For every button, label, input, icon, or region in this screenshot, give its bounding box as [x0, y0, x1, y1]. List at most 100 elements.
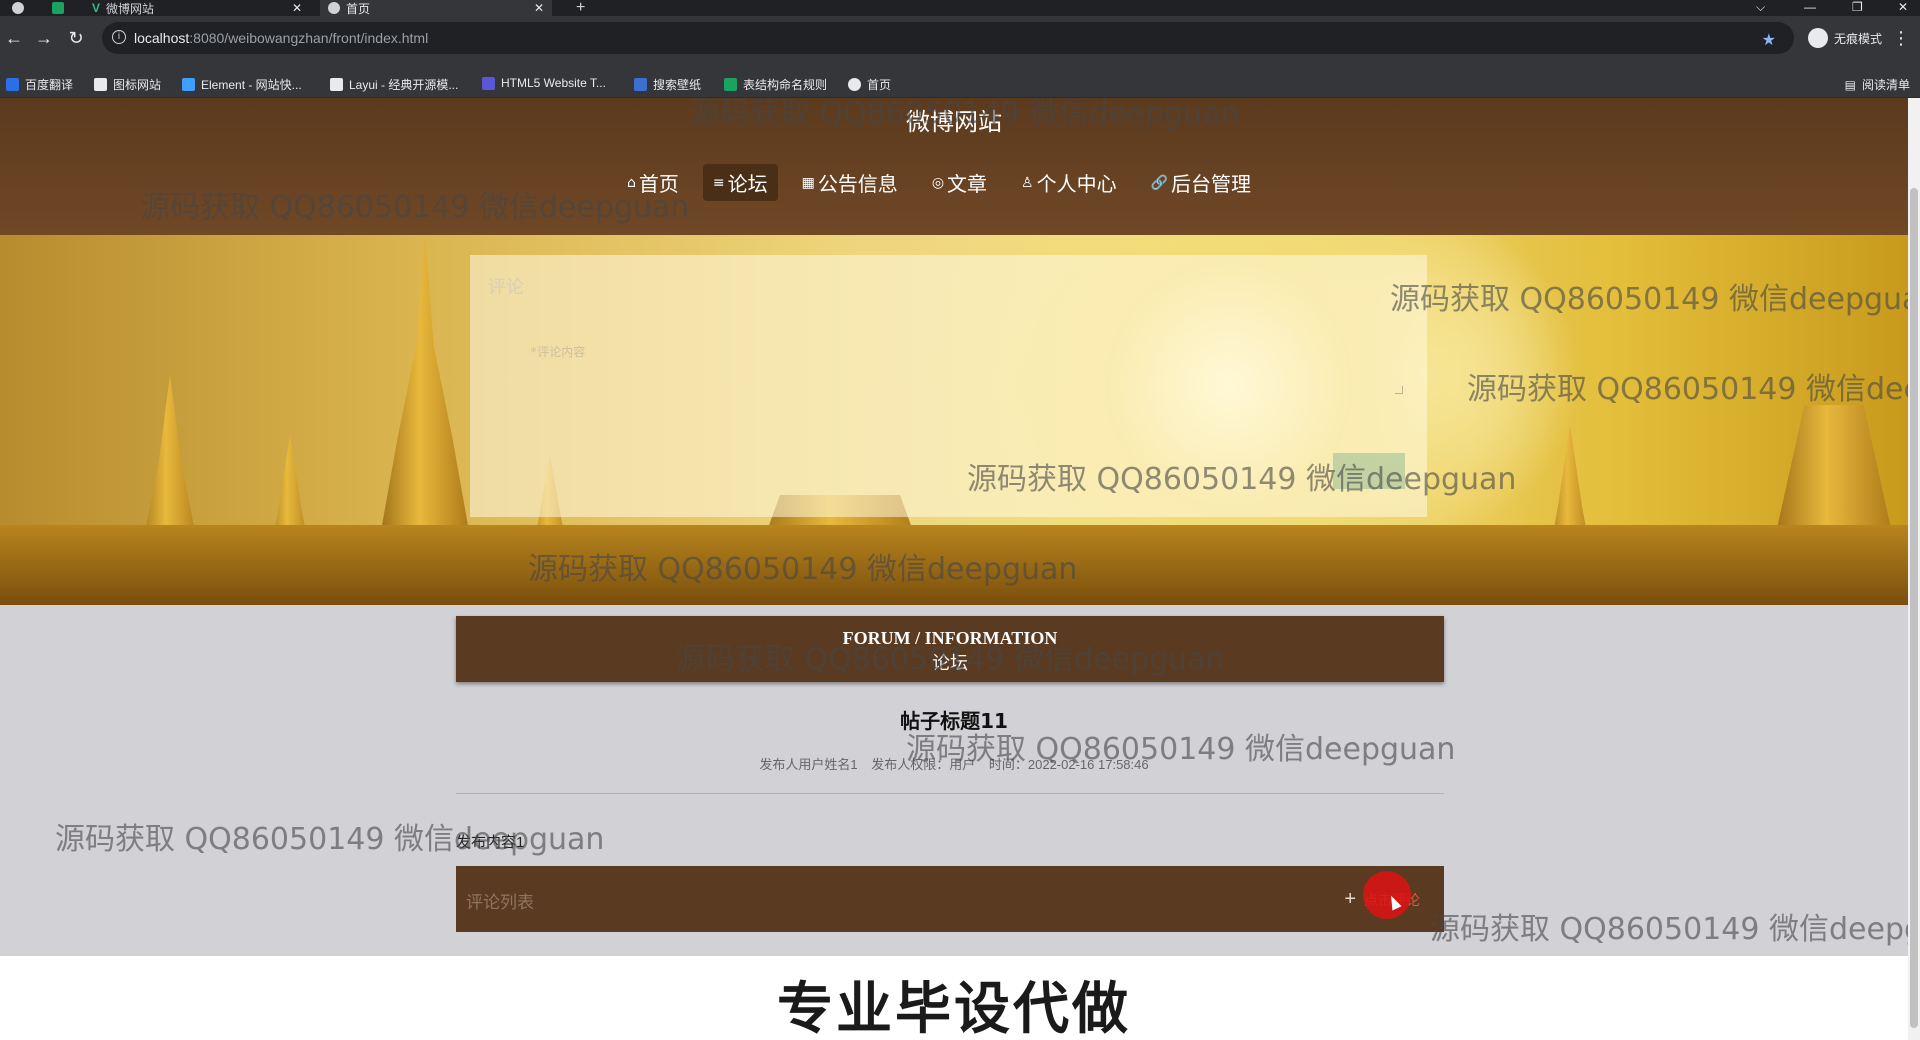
page-scrollbar[interactable]: [1908, 98, 1920, 1040]
bookmark-label: Element - 网站快...: [201, 78, 302, 92]
forward-icon[interactable]: →: [32, 26, 56, 50]
reading-list-label: 阅读清单: [1861, 78, 1910, 92]
reload-icon[interactable]: ↻: [64, 26, 88, 50]
tab-weibo[interactable]: V 微博网站 ✕: [84, 0, 310, 16]
tab-search-icon[interactable]: ⌵: [1756, 0, 1765, 15]
sheet-icon: [52, 2, 64, 14]
browser-menu-icon[interactable]: ⋮: [1892, 28, 1910, 49]
nav-admin[interactable]: 🔗 后台管理: [1141, 164, 1261, 201]
footer-banner: 专业毕设代做: [0, 956, 1908, 1040]
page-viewport: 微博网站 ⌂ 首页 ≡ 论坛 ▦ 公告信息 ◎ 文章 ♙ 个人中心 🔗 后台管理 评论: [0, 98, 1908, 1040]
bookmark-item[interactable]: Element - 网站快...: [182, 76, 302, 93]
bookmark-item[interactable]: 首页: [848, 76, 891, 93]
comments-list-label: 评论列表: [466, 893, 534, 913]
bookmark-icon: [482, 76, 495, 90]
nav-announcements[interactable]: ▦ 公告信息: [792, 164, 908, 201]
forum-header-en: FORUM / INFORMATION: [842, 628, 1058, 648]
tab-github[interactable]: [4, 0, 34, 16]
nav-label: 公告信息: [817, 172, 898, 196]
post-time: 时间：2022-02-16 17:58:46: [988, 757, 1149, 772]
bookmark-item[interactable]: Layui - 经典开源模...: [330, 76, 458, 93]
banner-carousel: 评论: [0, 235, 1908, 605]
bookmark-item[interactable]: HTML5 Website T...: [482, 76, 606, 90]
post-permission: 发布人权限：用户: [871, 757, 976, 772]
nav-forum[interactable]: ≡ 论坛: [702, 164, 778, 201]
reading-list-icon: ▤: [1844, 77, 1856, 92]
bookmark-icon: [94, 78, 107, 91]
plus-icon: +: [576, 0, 586, 16]
click-highlight: [1363, 871, 1411, 919]
scrollbar-thumb[interactable]: [1910, 188, 1918, 1028]
bookmark-label: 首页: [867, 78, 892, 92]
grid-icon: ▦: [801, 174, 815, 191]
comment-form: 评论: [470, 255, 1427, 517]
site-title: 微博网站: [906, 108, 1002, 136]
minimize-icon[interactable]: —: [1804, 0, 1816, 14]
close-tab-icon[interactable]: ✕: [292, 1, 302, 15]
divider: [456, 793, 1444, 794]
comment-heading: 评论: [488, 277, 524, 298]
bookmark-item[interactable]: 百度翻译: [6, 76, 73, 93]
bookmark-label: 百度翻译: [25, 78, 74, 92]
bookmarks-bar: 百度翻译 图标网站 Element - 网站快... Layui - 经典开源模…: [0, 70, 1920, 98]
bookmark-label: Layui - 经典开源模...: [349, 78, 459, 92]
post-publisher: 发布人用户姓名1: [759, 757, 858, 772]
link-icon: 🔗: [1150, 174, 1169, 191]
watermark: 源码获取 QQ86050149 微信deepguan: [1430, 912, 1908, 947]
plus-icon: +: [1344, 888, 1356, 910]
nav-home[interactable]: ⌂ 首页: [617, 164, 689, 201]
bookmark-star-icon[interactable]: ★: [1762, 30, 1776, 50]
url-bar[interactable]: i localhost:8080/weibowangzhan/front/ind…: [102, 22, 1794, 54]
tab-home[interactable]: 首页 ✕: [320, 0, 552, 16]
forum-section-header: FORUM / INFORMATION 论坛: [456, 616, 1444, 682]
site-header: 微博网站 ⌂ 首页 ≡ 论坛 ▦ 公告信息 ◎ 文章 ♙ 个人中心 🔗 后台管理: [0, 98, 1908, 235]
comment-textarea[interactable]: [530, 343, 1375, 401]
globe-icon: [328, 2, 340, 14]
resize-handle-icon[interactable]: [1395, 386, 1403, 394]
browser-tab-bar: V 微博网站 ✕ 首页 ✕ + ⌵ — ❐ ✕: [0, 0, 1920, 16]
nav-profile[interactable]: ♙ 个人中心: [1011, 164, 1127, 201]
incognito-icon: [1807, 28, 1828, 48]
post-title: 帖子标题11: [900, 709, 1008, 733]
forum-header-cn: 论坛: [932, 653, 968, 674]
nav-label: 论坛: [727, 172, 768, 196]
bookmark-item[interactable]: 表结构命名规则: [724, 76, 827, 93]
back-icon[interactable]: ←: [2, 26, 26, 50]
nav-label: 文章: [947, 172, 988, 196]
tab-label: 微博网站: [106, 1, 155, 16]
bookmark-icon: [6, 78, 19, 91]
bookmark-label: 表结构命名规则: [743, 78, 828, 92]
info-icon[interactable]: i: [112, 30, 126, 44]
submit-comment-button[interactable]: [1333, 453, 1405, 489]
url-path: :8080/weibowangzhan/front/index.html: [189, 30, 429, 46]
bookmark-item[interactable]: 图标网站: [94, 76, 161, 93]
tab-label: 首页: [346, 1, 371, 16]
url-host: localhost: [134, 30, 190, 46]
footer-text: 专业毕设代做: [777, 977, 1131, 1040]
nav-articles[interactable]: ◎ 文章: [922, 164, 997, 201]
close-window-icon[interactable]: ✕: [1898, 0, 1908, 14]
list-icon: ≡: [712, 174, 725, 191]
tab-sheet[interactable]: [44, 0, 84, 16]
comments-list-bar: 评论列表 + 点击评论: [456, 866, 1444, 932]
reading-list[interactable]: ▤ 阅读清单: [1845, 76, 1910, 93]
incognito-indicator[interactable]: 无痕模式: [1807, 28, 1882, 48]
reset-button[interactable]: [1260, 461, 1320, 481]
bookmark-icon: [724, 78, 737, 91]
bookmark-label: HTML5 Website T...: [501, 76, 606, 90]
user-icon: ♙: [1021, 174, 1034, 191]
bookmark-label: 搜索壁纸: [653, 78, 702, 92]
address-toolbar: ← → ↻ i localhost:8080/weibowangzhan/fro…: [0, 16, 1920, 70]
main-nav: ⌂ 首页 ≡ 论坛 ▦ 公告信息 ◎ 文章 ♙ 个人中心 🔗 后台管理: [0, 164, 1878, 201]
home-icon: ⌂: [626, 174, 636, 191]
nav-label: 个人中心: [1036, 172, 1117, 196]
bookmark-item[interactable]: 搜索壁纸: [634, 76, 701, 93]
nav-label: 首页: [638, 172, 679, 196]
bookmark-icon: [182, 78, 195, 91]
close-tab-icon[interactable]: ✕: [534, 1, 544, 15]
bookmark-label: 图标网站: [113, 78, 162, 92]
new-tab-button[interactable]: +: [568, 0, 593, 16]
restore-icon[interactable]: ❐: [1852, 0, 1863, 14]
bookmark-icon: [634, 78, 647, 91]
bookmark-icon: [848, 78, 861, 91]
